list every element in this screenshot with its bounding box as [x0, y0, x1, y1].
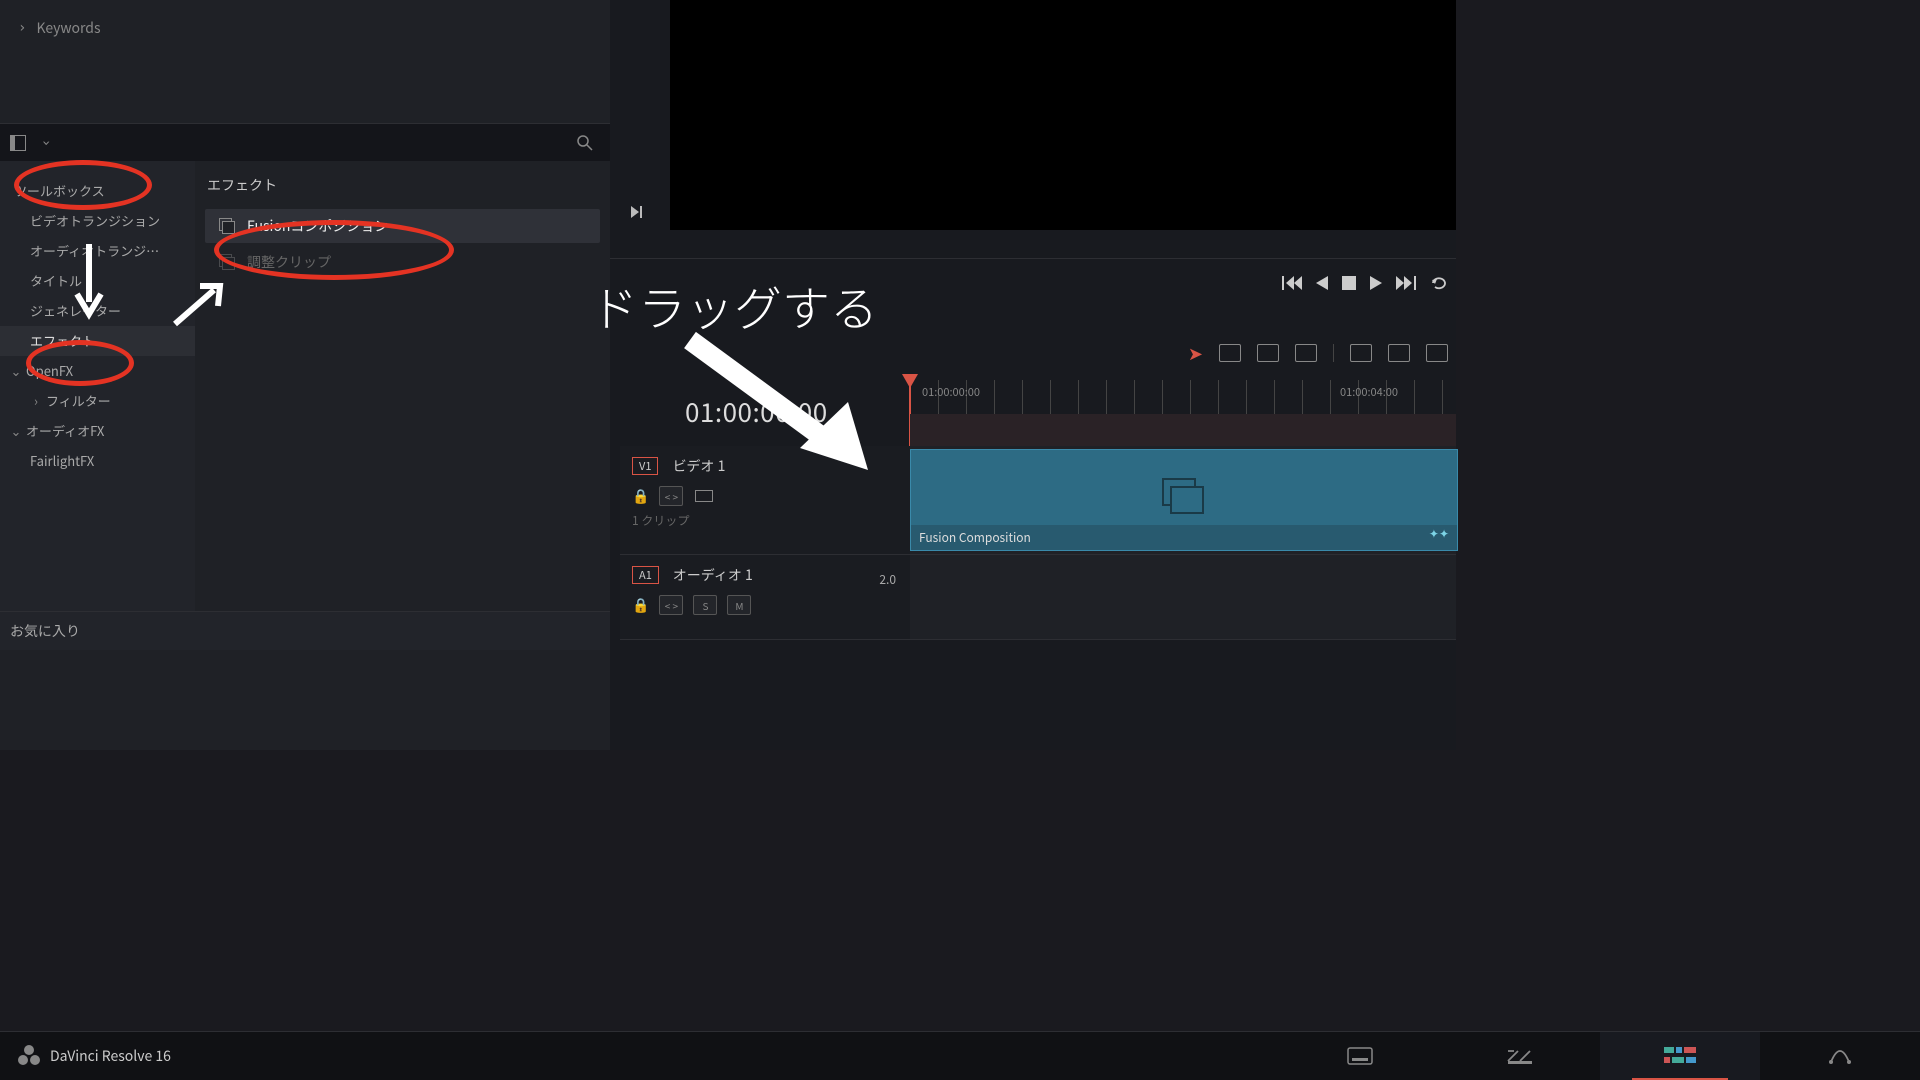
- media-page-icon: [1346, 1046, 1374, 1066]
- master-timecode[interactable]: 01:00:00:00: [685, 393, 828, 430]
- insert-tool-icon[interactable]: [1295, 344, 1317, 362]
- tree-audiofx[interactable]: ⌄オーディオFX: [0, 416, 195, 446]
- stop-icon[interactable]: [1342, 276, 1356, 290]
- effects-list: エフェクト Fusionコンポジション 調整クリップ: [195, 161, 610, 612]
- keywords-label[interactable]: Keywords: [36, 18, 100, 38]
- tree-audio-transition[interactable]: オーディオトランジ…: [0, 236, 195, 266]
- marker-tool-icon[interactable]: [1426, 344, 1448, 362]
- link-tool-icon[interactable]: [1350, 344, 1372, 362]
- chevron-down-icon: ⌄: [10, 361, 22, 381]
- expand-icon[interactable]: ›: [18, 20, 26, 36]
- last-frame-icon[interactable]: [1396, 276, 1416, 290]
- effect-label: Fusionコンポジション: [247, 216, 388, 236]
- track-header-a1[interactable]: A1 オーディオ 1 2.0 🔒 < > S M: [620, 555, 910, 639]
- gap-zone: [910, 414, 1456, 446]
- tree-toolbox[interactable]: ツールボックス: [0, 176, 195, 206]
- track-header-v1[interactable]: V1 ビデオ 1 🔒 < > 1 クリップ: [620, 446, 910, 554]
- toolbox-tree: ツールボックス ビデオトランジション オーディオトランジ… タイトル ジェネレー…: [0, 161, 195, 612]
- clip-count: 1 クリップ: [632, 512, 898, 529]
- search-icon[interactable]: [576, 134, 594, 152]
- timeline-panel: ➤ 01:00:00:00 01:00:00:00 01:00:04:00 V1…: [610, 0, 1456, 750]
- page-media[interactable]: [1280, 1032, 1440, 1080]
- effect-adjustment-clip[interactable]: 調整クリップ: [205, 245, 600, 279]
- chevron-down-icon: ⌄: [10, 421, 22, 441]
- tree-filter[interactable]: ›フィルター: [0, 386, 195, 416]
- timeline-ruler[interactable]: 01:00:00:00 01:00:04:00: [910, 380, 1456, 415]
- track-view-icon[interactable]: [693, 487, 715, 505]
- flag-tool-icon[interactable]: [1388, 344, 1410, 362]
- fusion-page-icon: [1827, 1046, 1853, 1066]
- fx-badge-icon: ✦✦: [1429, 525, 1449, 542]
- tree-generator[interactable]: ジェネレーター: [0, 296, 195, 326]
- tree-title[interactable]: タイトル: [0, 266, 195, 296]
- ruler-label: 01:00:00:00: [922, 384, 980, 400]
- timeline-tools: ➤: [1188, 340, 1448, 366]
- play-reverse-icon[interactable]: [1316, 276, 1328, 290]
- tree-effects[interactable]: エフェクト: [0, 326, 195, 356]
- favorites-section[interactable]: お気に入り: [0, 611, 610, 650]
- auto-select-button[interactable]: < >: [659, 486, 683, 506]
- transport-controls: [1282, 275, 1448, 291]
- tree-video-transition[interactable]: ビデオトランジション: [0, 206, 195, 236]
- page-navigation-bar: DaVinci Resolve 16: [0, 1031, 1920, 1080]
- effect-label: 調整クリップ: [247, 252, 331, 272]
- audio-track-1: A1 オーディオ 1 2.0 🔒 < > S M: [620, 555, 1456, 640]
- edit-page-icon: [1664, 1047, 1696, 1065]
- video-track-1: V1 ビデオ 1 🔒 < > 1 クリップ Fusion Composition: [620, 446, 1456, 555]
- clip-fusion-composition[interactable]: Fusion Composition ✦✦: [910, 449, 1458, 551]
- track-token[interactable]: V1: [632, 457, 658, 475]
- audio-lane[interactable]: [910, 555, 1456, 639]
- composition-icon: [219, 218, 235, 234]
- panel-layout-icon[interactable]: [10, 135, 26, 151]
- composition-icon: [219, 254, 235, 270]
- video-lane[interactable]: Fusion Composition ✦✦: [910, 446, 1456, 554]
- page-cut[interactable]: [1440, 1032, 1600, 1080]
- page-edit[interactable]: [1600, 1032, 1760, 1080]
- lock-icon[interactable]: 🔒: [632, 486, 649, 506]
- chevron-right-icon: ›: [30, 391, 42, 411]
- app-logo[interactable]: DaVinci Resolve 16: [0, 1045, 171, 1067]
- auto-select-button[interactable]: < >: [659, 595, 683, 615]
- loop-icon[interactable]: [1430, 275, 1448, 291]
- effects-header: エフェクト: [195, 161, 610, 205]
- play-icon[interactable]: [1370, 276, 1382, 290]
- clip-label: Fusion Composition: [911, 525, 1457, 550]
- page-fusion[interactable]: [1760, 1032, 1920, 1080]
- tree-openfx[interactable]: ⌄OpenFX: [0, 356, 195, 386]
- tree-fairlight[interactable]: FairlightFX: [0, 446, 195, 476]
- resolve-icon: [18, 1045, 40, 1067]
- track-token[interactable]: A1: [632, 566, 659, 584]
- first-frame-icon[interactable]: [1282, 276, 1302, 290]
- chevron-down-icon[interactable]: ›: [38, 139, 54, 147]
- blade-tool-icon[interactable]: [1257, 344, 1279, 362]
- track-name: ビデオ 1: [672, 456, 725, 476]
- solo-button[interactable]: S: [693, 595, 717, 615]
- mute-button[interactable]: M: [727, 595, 751, 615]
- effect-fusion-composition[interactable]: Fusionコンポジション: [205, 209, 600, 243]
- panel-toolbar: ›: [0, 123, 610, 163]
- channel-count: 2.0: [879, 571, 896, 588]
- lock-icon[interactable]: 🔒: [632, 595, 649, 615]
- separator: [1333, 344, 1334, 362]
- effects-library-panel: › Keywords › ツールボックス ビデオトランジション オーディオトラン…: [0, 0, 610, 750]
- cut-page-icon: [1506, 1046, 1534, 1066]
- ruler-label: 01:00:04:00: [1340, 384, 1398, 400]
- trim-tool-icon[interactable]: [1219, 344, 1241, 362]
- track-name: オーディオ 1: [673, 565, 753, 585]
- timeline-tracks: V1 ビデオ 1 🔒 < > 1 クリップ Fusion Composition: [620, 446, 1456, 640]
- selection-tool-icon[interactable]: ➤: [1188, 340, 1203, 366]
- app-name: DaVinci Resolve 16: [50, 1046, 171, 1066]
- skip-end-icon[interactable]: [630, 205, 644, 219]
- composition-icon: [1162, 478, 1206, 512]
- viewer[interactable]: [670, 0, 1456, 230]
